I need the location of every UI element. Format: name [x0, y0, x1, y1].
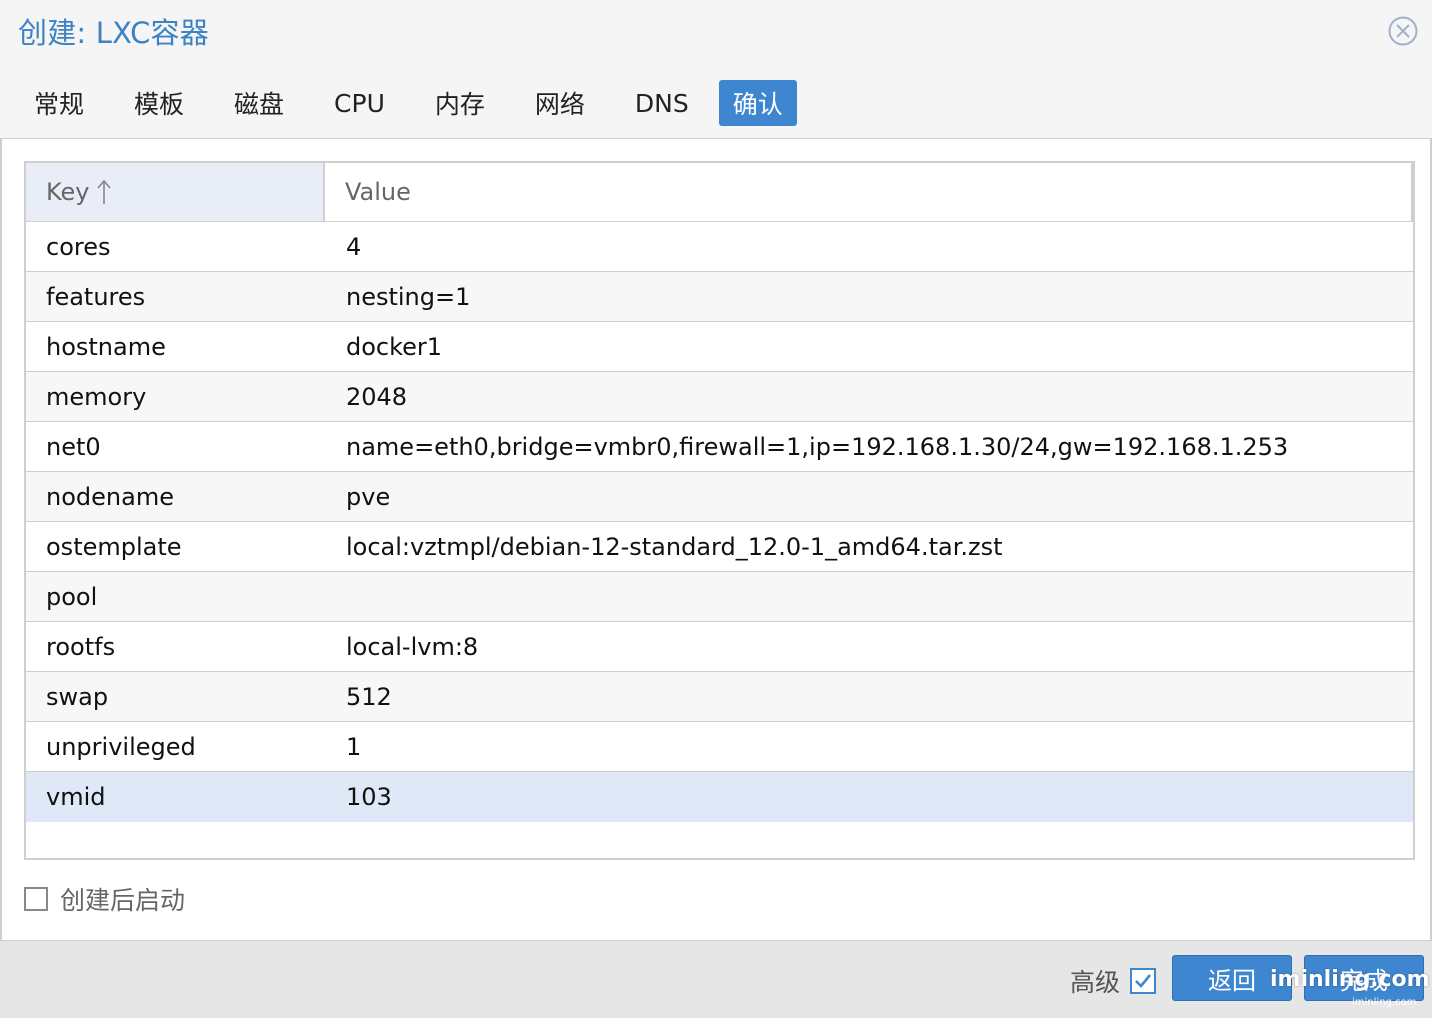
- row-key: nodename: [46, 482, 174, 511]
- column-header-value[interactable]: Value: [325, 163, 1413, 221]
- table-row[interactable]: rootfs local-lvm:8: [26, 622, 1413, 672]
- start-after-create-option[interactable]: 创建后启动: [24, 881, 185, 917]
- table-row[interactable]: hostname docker1: [26, 322, 1413, 372]
- table-row[interactable]: ostemplate local:vztmpl/debian-12-standa…: [26, 522, 1413, 572]
- column-header-key-label: Key: [46, 178, 90, 206]
- checkmark-icon: [1135, 974, 1152, 988]
- row-key: swap: [46, 682, 109, 711]
- close-button[interactable]: [1388, 16, 1418, 46]
- wizard-tabs: 常规 模板 磁盘 CPU 内存 网络 DNS 确认: [14, 78, 807, 128]
- row-key: unprivileged: [46, 732, 196, 761]
- tab-dns[interactable]: DNS: [615, 80, 709, 126]
- row-value: 1: [346, 732, 362, 761]
- row-value: 2048: [346, 382, 408, 411]
- start-after-create-label: 创建后启动: [60, 886, 186, 915]
- tab-template[interactable]: 模板: [114, 80, 204, 126]
- row-key: ostemplate: [46, 532, 182, 561]
- table-row[interactable]: unprivileged 1: [26, 722, 1413, 772]
- row-key: memory: [46, 382, 147, 411]
- row-key: pool: [46, 582, 98, 611]
- tab-memory[interactable]: 内存: [415, 80, 505, 126]
- table-row[interactable]: nodename pve: [26, 472, 1413, 522]
- table-row[interactable]: swap 512: [26, 672, 1413, 722]
- create-lxc-dialog: 创建: LXC容器 常规 模板 磁盘 CPU 内存 网络 DNS 确认 Key: [0, 0, 1432, 1018]
- row-key: hostname: [46, 332, 166, 361]
- summary-grid: Key Value cores 4 features nesting=1 hos…: [24, 161, 1415, 860]
- dialog-title: 创建: LXC容器: [18, 16, 209, 50]
- advanced-checkbox[interactable]: [1130, 968, 1157, 994]
- row-value: name=eth0,bridge=vmbr0,firewall=1,ip=192…: [346, 432, 1289, 461]
- start-after-create-checkbox[interactable]: [24, 887, 48, 911]
- row-value: pve: [346, 482, 391, 511]
- row-value: local-lvm:8: [346, 632, 479, 661]
- row-key: rootfs: [46, 632, 116, 661]
- back-button[interactable]: 返回: [1172, 955, 1292, 1001]
- table-row[interactable]: net0 name=eth0,bridge=vmbr0,firewall=1,i…: [26, 422, 1413, 472]
- row-key: features: [46, 282, 146, 311]
- grid-header: Key Value: [26, 163, 1413, 222]
- row-value: 4: [346, 232, 362, 261]
- row-key: net0: [46, 432, 101, 461]
- table-row[interactable]: pool: [26, 572, 1413, 622]
- sort-ascending-arrow-icon: [96, 178, 112, 206]
- table-row[interactable]: cores 4: [26, 222, 1413, 272]
- row-value: docker1: [346, 332, 443, 361]
- row-value: nesting=1: [346, 282, 471, 311]
- advanced-label: 高级: [1070, 968, 1121, 997]
- tab-confirm[interactable]: 确认: [718, 80, 797, 126]
- finish-button[interactable]: 完成: [1304, 955, 1424, 1001]
- tab-network[interactable]: 网络: [515, 80, 605, 126]
- advanced-option[interactable]: 高级: [1070, 963, 1157, 999]
- close-circle-icon: [1388, 16, 1418, 46]
- dialog-footer: 高级 返回 完成 iminling.com iminling.com: [0, 940, 1432, 1018]
- tab-disk[interactable]: 磁盘: [214, 80, 304, 126]
- row-key: vmid: [46, 783, 106, 811]
- column-header-key[interactable]: Key: [26, 163, 325, 221]
- row-value: local:vztmpl/debian-12-standard_12.0-1_a…: [346, 532, 1003, 561]
- row-value: 103: [346, 783, 392, 811]
- table-row-selected[interactable]: vmid 103: [26, 772, 1413, 822]
- row-value: 512: [346, 682, 392, 711]
- tab-general[interactable]: 常规: [14, 80, 104, 126]
- confirm-panel: Key Value cores 4 features nesting=1 hos…: [0, 138, 1432, 940]
- tab-cpu[interactable]: CPU: [314, 80, 405, 126]
- table-row[interactable]: memory 2048: [26, 372, 1413, 422]
- row-key: cores: [46, 232, 111, 261]
- table-row[interactable]: features nesting=1: [26, 272, 1413, 322]
